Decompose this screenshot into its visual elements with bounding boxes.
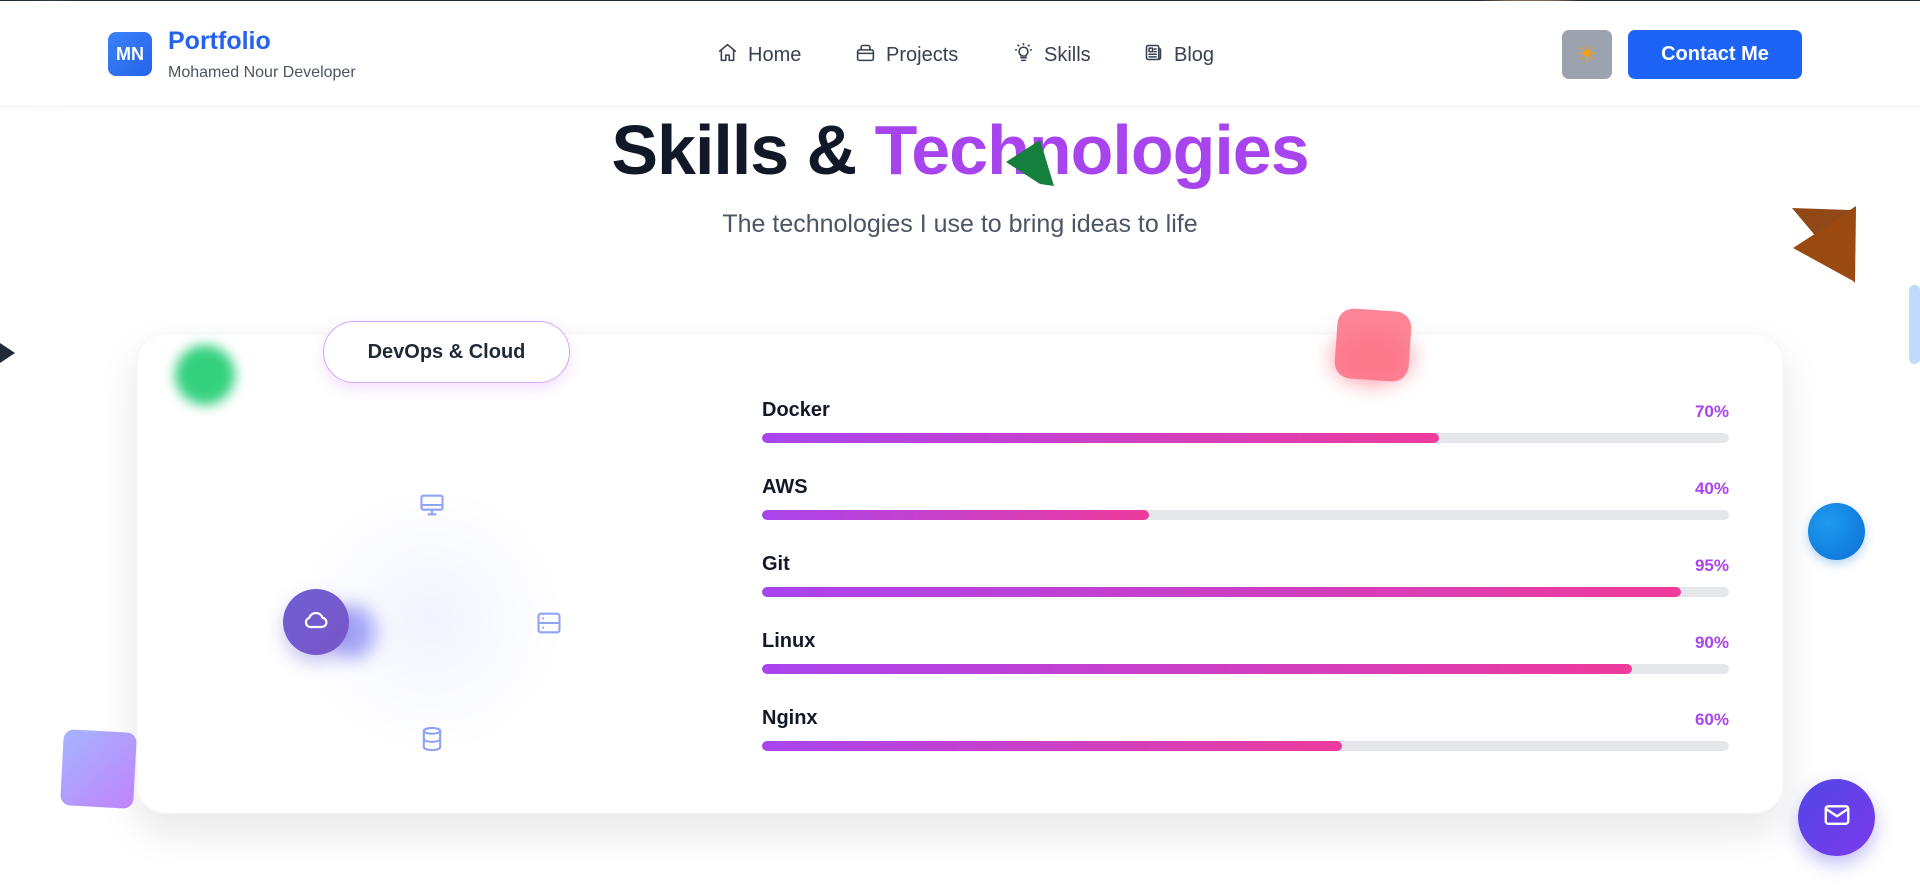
nav-item-label: Skills xyxy=(1044,43,1091,66)
skill-progress-fill xyxy=(762,587,1681,597)
skill-progress-track xyxy=(762,664,1729,674)
decorative-ball-blue xyxy=(1808,503,1865,560)
skill-progress-track xyxy=(762,510,1729,520)
scrollbar-thumb[interactable] xyxy=(1909,285,1920,364)
skill-progress-fill xyxy=(762,741,1343,751)
decorative-square-pink xyxy=(1333,307,1413,383)
skill-name: Nginx xyxy=(762,707,818,729)
decorative-square-lilac xyxy=(60,729,137,809)
skill-item: Nginx 60% xyxy=(762,707,1729,767)
cloud-icon xyxy=(302,606,330,639)
nav-item-label: Projects xyxy=(886,43,959,66)
section-title-main: Skills & xyxy=(611,111,875,189)
skill-progress-fill xyxy=(762,433,1439,443)
site-header: MN Portfolio Mohamed Nour Developer Home… xyxy=(0,1,1920,107)
logo-badge[interactable]: MN xyxy=(108,32,152,76)
newspaper-icon xyxy=(1143,42,1164,69)
skill-name: AWS xyxy=(762,476,808,498)
skill-item: Docker 70% xyxy=(762,399,1729,459)
skill-percent: 90% xyxy=(1694,633,1729,652)
nav-item-label: Blog xyxy=(1174,43,1215,66)
skill-percent: 40% xyxy=(1694,479,1729,498)
database-icon xyxy=(418,725,446,753)
nav-item-projects[interactable]: Projects xyxy=(855,39,958,71)
skill-progress-fill xyxy=(762,510,1149,520)
cloud-bubble[interactable] xyxy=(283,589,349,655)
brand-subtitle: Mohamed Nour Developer xyxy=(168,64,356,81)
contact-me-button[interactable]: Contact Me xyxy=(1628,30,1802,79)
lightbulb-icon xyxy=(1013,42,1034,69)
skill-name: Linux xyxy=(762,630,816,652)
section-subtitle: The technologies I use to bring ideas to… xyxy=(722,210,1198,238)
skill-progress-track xyxy=(762,587,1729,597)
skill-percent: 95% xyxy=(1694,556,1729,575)
skill-progress-track xyxy=(762,433,1729,443)
skill-name: Docker xyxy=(762,399,830,421)
mail-icon xyxy=(1822,800,1852,835)
home-icon xyxy=(717,42,738,69)
monitor-icon xyxy=(418,491,446,519)
category-badge[interactable]: DevOps & Cloud xyxy=(323,321,570,383)
section-title: Skills & Technologies xyxy=(0,110,1920,190)
theme-toggle-button[interactable]: ☀ xyxy=(1562,30,1612,79)
decorative-blob-green xyxy=(175,345,235,405)
brand-title[interactable]: Portfolio xyxy=(168,27,271,56)
nav-item-label: Home xyxy=(748,43,802,66)
skill-item: AWS 40% xyxy=(762,476,1729,536)
sun-icon: ☀ xyxy=(1576,41,1598,68)
nav-item-skills[interactable]: Skills xyxy=(1013,39,1091,71)
mail-fab-button[interactable] xyxy=(1798,779,1875,856)
skill-progress-track xyxy=(762,741,1729,751)
nav-item-blog[interactable]: Blog xyxy=(1143,39,1214,71)
skill-progress-fill xyxy=(762,664,1633,674)
server-icon xyxy=(535,609,563,637)
section-title-accent: Technologies xyxy=(874,111,1310,189)
skill-percent: 60% xyxy=(1694,710,1729,729)
decorative-triangle-dark xyxy=(0,343,15,363)
skill-percent: 70% xyxy=(1694,402,1729,421)
skill-item: Git 95% xyxy=(762,553,1729,613)
skill-item: Linux 90% xyxy=(762,630,1729,690)
nav-item-home[interactable]: Home xyxy=(717,39,801,71)
skill-name: Git xyxy=(762,553,790,575)
briefcase-icon xyxy=(855,42,876,69)
